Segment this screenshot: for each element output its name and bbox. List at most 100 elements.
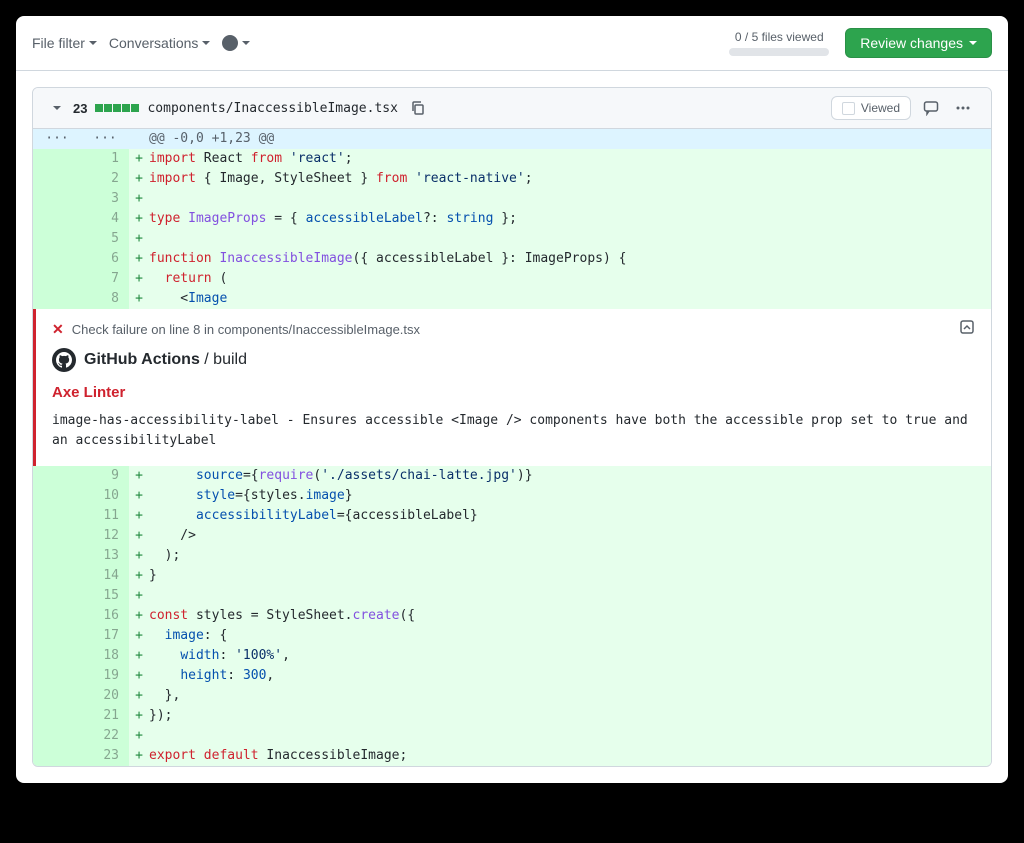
kebab-icon bbox=[955, 100, 971, 116]
file-menu-button[interactable] bbox=[951, 96, 975, 120]
copy-path-button[interactable] bbox=[406, 96, 430, 120]
old-line-num bbox=[33, 189, 81, 209]
diff-marker: + bbox=[129, 626, 149, 646]
diff-line: 18+ width: '100%', bbox=[33, 646, 991, 666]
new-line-num[interactable]: 20 bbox=[81, 686, 129, 706]
new-line-num[interactable]: 21 bbox=[81, 706, 129, 726]
old-line-num bbox=[33, 706, 81, 726]
diff-line: 1+import React from 'react'; bbox=[33, 149, 991, 169]
old-line-num bbox=[33, 486, 81, 506]
collapse-file-toggle[interactable] bbox=[49, 100, 65, 116]
old-line-num bbox=[33, 289, 81, 309]
annotation-source: GitHub Actions / build bbox=[84, 351, 247, 369]
collapse-annotation-button[interactable] bbox=[959, 319, 975, 335]
old-line-num bbox=[33, 269, 81, 289]
diff-marker: + bbox=[129, 546, 149, 566]
file-filter-label: File filter bbox=[32, 35, 85, 51]
expand-hunk[interactable]: ··· bbox=[81, 129, 129, 149]
collapse-icon bbox=[959, 319, 975, 335]
linter-message: image-has-accessibility-label - Ensures … bbox=[52, 411, 975, 450]
new-line-num[interactable]: 6 bbox=[81, 249, 129, 269]
new-line-num[interactable]: 15 bbox=[81, 586, 129, 606]
diff-line: 14+} bbox=[33, 566, 991, 586]
diff-marker: + bbox=[129, 506, 149, 526]
settings-dropdown[interactable] bbox=[222, 35, 250, 51]
old-line-num bbox=[33, 169, 81, 189]
review-changes-button[interactable]: Review changes bbox=[845, 28, 992, 58]
diff-line: 10+ style={styles.image} bbox=[33, 486, 991, 506]
old-line-num bbox=[33, 626, 81, 646]
new-line-num[interactable]: 2 bbox=[81, 169, 129, 189]
old-line-num bbox=[33, 746, 81, 766]
viewed-toggle[interactable]: Viewed bbox=[831, 96, 911, 120]
old-line-num bbox=[33, 606, 81, 626]
new-line-num[interactable]: 1 bbox=[81, 149, 129, 169]
diff-marker: + bbox=[129, 229, 149, 249]
new-line-num[interactable]: 16 bbox=[81, 606, 129, 626]
diff-marker: + bbox=[129, 686, 149, 706]
new-line-num[interactable]: 10 bbox=[81, 486, 129, 506]
code-content: export default InaccessibleImage; bbox=[149, 746, 991, 766]
progress-bar bbox=[729, 48, 829, 56]
caret-down-icon bbox=[242, 41, 250, 45]
code-content: source={require('./assets/chai-latte.jpg… bbox=[149, 466, 991, 486]
code-content bbox=[149, 189, 991, 209]
code-content: accessibilityLabel={accessibleLabel} bbox=[149, 506, 991, 526]
chevron-down-icon bbox=[49, 100, 65, 116]
diff-table: 9+ source={require('./assets/chai-latte.… bbox=[33, 466, 991, 766]
diff-marker: + bbox=[129, 269, 149, 289]
code-content bbox=[149, 229, 991, 249]
check-annotation: ✕ Check failure on line 8 in components/… bbox=[33, 309, 991, 466]
diff-marker: + bbox=[129, 149, 149, 169]
conversations-dropdown[interactable]: Conversations bbox=[109, 35, 211, 51]
linter-name: Axe Linter bbox=[52, 384, 975, 401]
diff-marker: + bbox=[129, 586, 149, 606]
diff-marker: + bbox=[129, 249, 149, 269]
comment-button[interactable] bbox=[919, 96, 943, 120]
old-line-num bbox=[33, 586, 81, 606]
new-line-num[interactable]: 17 bbox=[81, 626, 129, 646]
diff-line: 4+type ImageProps = { accessibleLabel?: … bbox=[33, 209, 991, 229]
new-line-num[interactable]: 8 bbox=[81, 289, 129, 309]
diff-marker: + bbox=[129, 606, 149, 626]
new-line-num[interactable]: 22 bbox=[81, 726, 129, 746]
viewed-label: Viewed bbox=[861, 101, 900, 115]
new-line-num[interactable]: 13 bbox=[81, 546, 129, 566]
file-diff: 23 components/InaccessibleImage.tsx View… bbox=[32, 87, 992, 767]
new-line-num[interactable]: 12 bbox=[81, 526, 129, 546]
failure-x-icon: ✕ bbox=[52, 321, 64, 338]
new-line-num[interactable]: 23 bbox=[81, 746, 129, 766]
diff-line: 13+ ); bbox=[33, 546, 991, 566]
new-line-num[interactable]: 4 bbox=[81, 209, 129, 229]
github-logo-icon bbox=[52, 348, 76, 372]
new-line-num[interactable]: 5 bbox=[81, 229, 129, 249]
diff-marker: + bbox=[129, 666, 149, 686]
file-filter-dropdown[interactable]: File filter bbox=[32, 35, 97, 51]
code-content: return ( bbox=[149, 269, 991, 289]
file-path[interactable]: components/InaccessibleImage.tsx bbox=[147, 101, 397, 116]
new-line-num[interactable]: 9 bbox=[81, 466, 129, 486]
diff-line: 21+}); bbox=[33, 706, 991, 726]
new-line-num[interactable]: 11 bbox=[81, 506, 129, 526]
code-content: /> bbox=[149, 526, 991, 546]
comment-icon bbox=[923, 100, 939, 116]
new-line-num[interactable]: 18 bbox=[81, 646, 129, 666]
new-line-num[interactable]: 7 bbox=[81, 269, 129, 289]
diff-marker: + bbox=[129, 466, 149, 486]
diff-line: 19+ height: 300, bbox=[33, 666, 991, 686]
copy-icon bbox=[410, 100, 426, 116]
diff-marker: + bbox=[129, 526, 149, 546]
expand-hunk[interactable]: ··· bbox=[33, 129, 81, 149]
old-line-num bbox=[33, 726, 81, 746]
diff-marker: + bbox=[129, 486, 149, 506]
code-content: const styles = StyleSheet.create({ bbox=[149, 606, 991, 626]
code-content: <Image bbox=[149, 289, 991, 309]
diff-marker: + bbox=[129, 209, 149, 229]
old-line-num bbox=[33, 209, 81, 229]
new-line-num[interactable]: 3 bbox=[81, 189, 129, 209]
new-line-num[interactable]: 19 bbox=[81, 666, 129, 686]
code-content: import React from 'react'; bbox=[149, 149, 991, 169]
diff-line: 23+export default InaccessibleImage; bbox=[33, 746, 991, 766]
new-line-num[interactable]: 14 bbox=[81, 566, 129, 586]
old-line-num bbox=[33, 646, 81, 666]
